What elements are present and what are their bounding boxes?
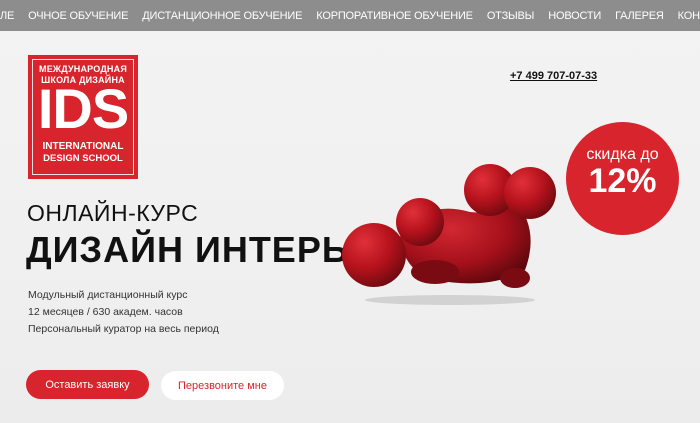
discount-value: 12% — [588, 162, 657, 200]
logo-line-design: DESIGN SCHOOL — [43, 153, 123, 164]
logo-line-international: INTERNATIONAL — [42, 141, 124, 152]
nav-item-about[interactable]: О ШКОЛЕ — [0, 10, 21, 22]
nav-item-reviews[interactable]: ОТЗЫВЫ — [480, 10, 541, 22]
course-type: ОНЛАЙН-КУРС — [27, 200, 199, 226]
nav-item-contacts[interactable]: КОНТАКТЫ — [671, 10, 700, 22]
nav-item-gallery[interactable]: ГАЛЕРЕЯ — [608, 10, 671, 22]
callback-button[interactable]: Перезвоните мне — [161, 371, 284, 400]
nav-item-distance[interactable]: ДИСТАНЦИОННОЕ ОБУЧЕНИЕ — [135, 10, 309, 22]
logo-mark: IDS — [37, 77, 129, 140]
nav-item-corporate[interactable]: КОРПОРАТИВНОЕ ОБУЧЕНИЕ — [309, 10, 480, 22]
phone-number[interactable]: +7 499 707-07-33 — [510, 70, 597, 82]
school-logo[interactable]: МЕЖДУНАРОДНАЯ ШКОЛА ДИЗАЙНА IDS INTERNAT… — [28, 55, 138, 179]
red-armchair-image — [342, 164, 556, 305]
nav-item-news[interactable]: НОВОСТИ — [541, 10, 608, 22]
course-detail-format: Модульный дистанционный курс — [28, 289, 188, 301]
logo-line-international-school: МЕЖДУНАРОДНАЯ — [39, 64, 127, 74]
discount-badge: скидка до 12% — [566, 122, 679, 235]
course-detail-duration: 12 месяцев / 630 академ. часов — [28, 306, 183, 318]
apply-button[interactable]: Оставить заявку — [26, 370, 149, 399]
nav-item-fulltime[interactable]: ОЧНОЕ ОБУЧЕНИЕ — [21, 10, 135, 22]
course-detail-curator: Персональный куратор на весь период — [28, 323, 219, 335]
top-navigation: О ШКОЛЕ ОЧНОЕ ОБУЧЕНИЕ ДИСТАНЦИОННОЕ ОБУ… — [0, 0, 700, 31]
